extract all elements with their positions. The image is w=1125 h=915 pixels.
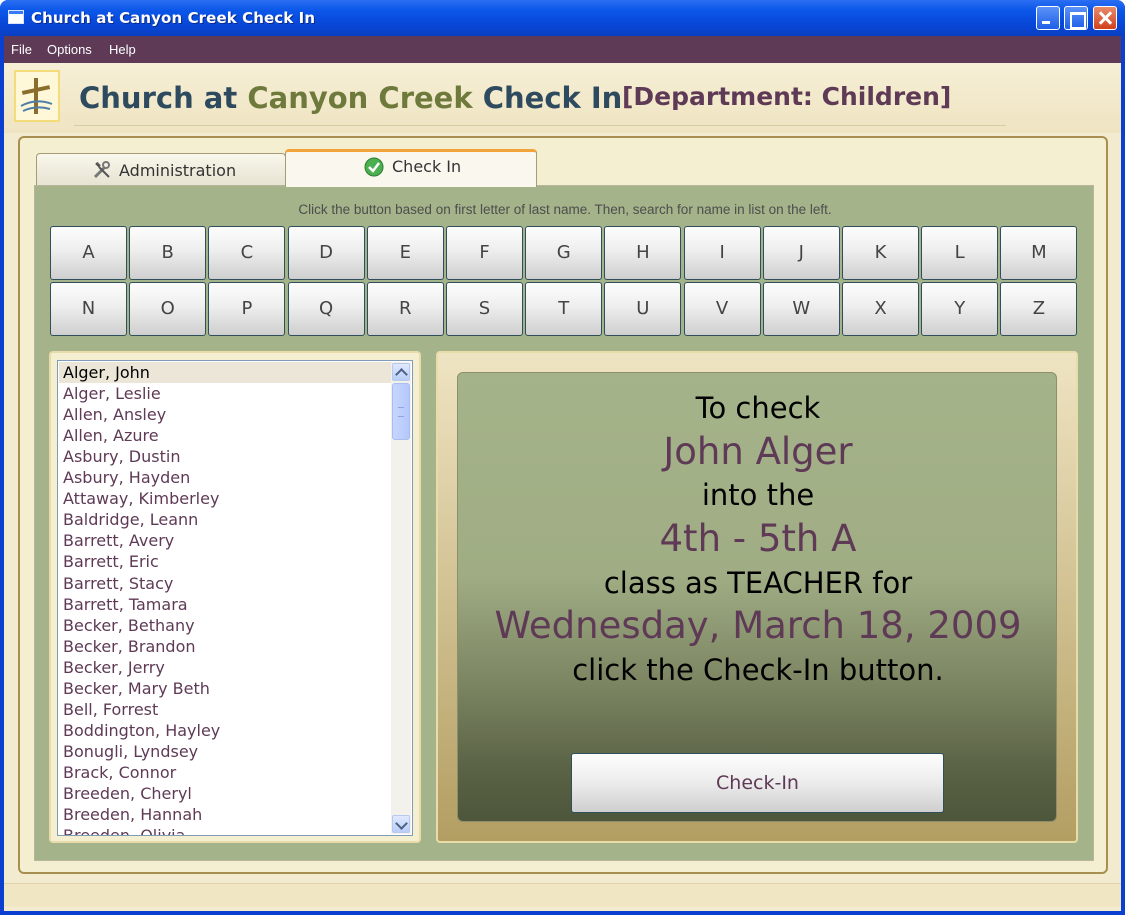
app-title-part1: Church at [79,81,248,115]
letter-button-r[interactable]: R [366,282,444,336]
letter-button-f[interactable]: F [446,226,523,280]
name-list-item[interactable]: Brack, Connor [59,762,391,783]
letter-button-i[interactable]: I [683,226,761,280]
app-window: Church at Canyon Creek Check In File Opt… [0,0,1125,915]
tools-icon [93,161,111,179]
letter-button-n[interactable]: N [50,282,127,336]
letter-button-s[interactable]: S [446,282,523,336]
instructions-text: Click the button based on first letter o… [298,202,832,217]
main-panel: Administration Check In Click the button… [18,136,1108,874]
name-list-item[interactable]: Bell, Forrest [59,699,391,720]
header: Church at Canyon Creek Check In [Departm… [4,63,1121,133]
check-in-summary: To check John Alger into the 4th - 5th A… [457,372,1057,822]
letter-button-d[interactable]: D [287,226,365,280]
checkin-line-to-check: To check [695,391,821,425]
name-list-item[interactable]: Breeden, Hannah [59,804,391,825]
window-icon [8,10,24,24]
name-list-item[interactable]: Barrett, Stacy [59,573,391,594]
scroll-thumb[interactable] [392,383,410,440]
letter-button-w[interactable]: W [762,282,840,336]
menu-options[interactable]: Options [47,42,92,57]
checkin-line-role: class as TEACHER for [603,566,913,600]
checkin-line-instruction: click the Check-In button. [572,653,944,687]
letter-button-y[interactable]: Y [921,282,999,336]
maximize-button[interactable] [1064,6,1088,30]
tab-administration-label: Administration [119,161,237,180]
name-list-item[interactable]: Barrett, Eric [59,551,391,572]
letter-button-u[interactable]: U [604,282,682,336]
client-area: Church at Canyon Creek Check In [Departm… [4,63,1121,911]
window-title: Church at Canyon Creek Check In [31,9,316,27]
name-list-item[interactable]: Breeden, Olivia [59,825,391,835]
letter-button-j[interactable]: J [762,226,840,280]
tab-check-in[interactable]: Check In [285,149,537,187]
name-list-item[interactable]: Boddington, Hayley [59,720,391,741]
app-title: Church at Canyon Creek Check In [79,81,622,115]
letter-button-x[interactable]: X [842,282,919,336]
name-list-item[interactable]: Barrett, Avery [59,530,391,551]
menu-help[interactable]: Help [109,42,136,57]
tab-check-in-label: Check In [392,157,462,176]
checkin-line-into-the: into the [701,478,815,512]
name-list-item[interactable]: Barrett, Tamara [59,594,391,615]
title-bar[interactable]: Church at Canyon Creek Check In [0,0,1125,36]
letter-button-p[interactable]: P [208,282,286,336]
name-list-item[interactable]: Becker, Brandon [59,636,391,657]
status-bar [4,883,1121,907]
name-listbox[interactable]: Alger, John Alger, Leslie Allen, Ansley All… [57,360,413,836]
close-button[interactable] [1093,6,1117,30]
department-label: [Department: Children] [622,82,952,111]
letter-button-v[interactable]: V [683,282,761,336]
name-list-item[interactable]: Alger, Leslie [59,383,391,404]
scroll-down-icon[interactable] [392,815,410,833]
check-in-tab-content: Click the button based on first letter o… [34,185,1094,861]
name-list-item[interactable]: Allen, Ansley [59,404,391,425]
checkin-date: Wednesday, March 18, 2009 [494,604,1022,647]
name-list-item[interactable]: Alger, John [59,362,391,383]
name-list-panel: Alger, John Alger, Leslie Allen, Ansley All… [49,351,421,843]
letter-button-z[interactable]: Z [1000,282,1078,336]
letter-button-t[interactable]: T [525,282,603,336]
name-list-item[interactable]: Asbury, Hayden [59,467,391,488]
letter-button-m[interactable]: M [1000,226,1078,280]
church-logo [14,70,60,122]
letter-button-a[interactable]: A [50,226,127,280]
name-list-item[interactable]: Breeden, Cheryl [59,783,391,804]
menu-bar: File Options Help [4,36,1121,63]
letter-button-c[interactable]: C [208,226,286,280]
name-list-item[interactable]: Becker, Bethany [59,615,391,636]
letter-button-q[interactable]: Q [287,282,365,336]
name-list-item[interactable]: Allen, Azure [59,425,391,446]
name-list-item[interactable]: Becker, Jerry [59,657,391,678]
letter-button-g[interactable]: G [525,226,603,280]
list-scrollbar[interactable] [391,362,411,834]
letter-button-k[interactable]: K [842,226,919,280]
letter-button-h[interactable]: H [604,226,682,280]
letter-button-l[interactable]: L [921,226,999,280]
app-title-part2: Canyon Creek [247,81,473,115]
minimize-button[interactable] [1036,6,1060,30]
header-divider [74,125,1006,126]
checkmark-icon [364,157,384,177]
letter-button-b[interactable]: B [129,226,207,280]
checkin-person-name: John Alger [663,430,853,473]
tab-administration[interactable]: Administration [36,153,286,186]
name-list-item[interactable]: Asbury, Dustin [59,446,391,467]
check-in-panel: To check John Alger into the 4th - 5th A… [436,351,1078,843]
letter-button-o[interactable]: O [129,282,207,336]
name-list-item[interactable]: Bonugli, Lyndsey [59,741,391,762]
checkin-class-name: 4th - 5th A [659,517,857,560]
app-title-part3: Check In [472,81,623,115]
name-list-item[interactable]: Attaway, Kimberley [59,488,391,509]
name-list-item[interactable]: Baldridge, Leann [59,509,391,530]
letter-button-e[interactable]: E [366,226,444,280]
menu-file[interactable]: File [11,42,32,57]
check-in-button[interactable]: Check-In [571,753,944,813]
scroll-up-icon[interactable] [392,363,410,381]
name-list-item[interactable]: Becker, Mary Beth [59,678,391,699]
